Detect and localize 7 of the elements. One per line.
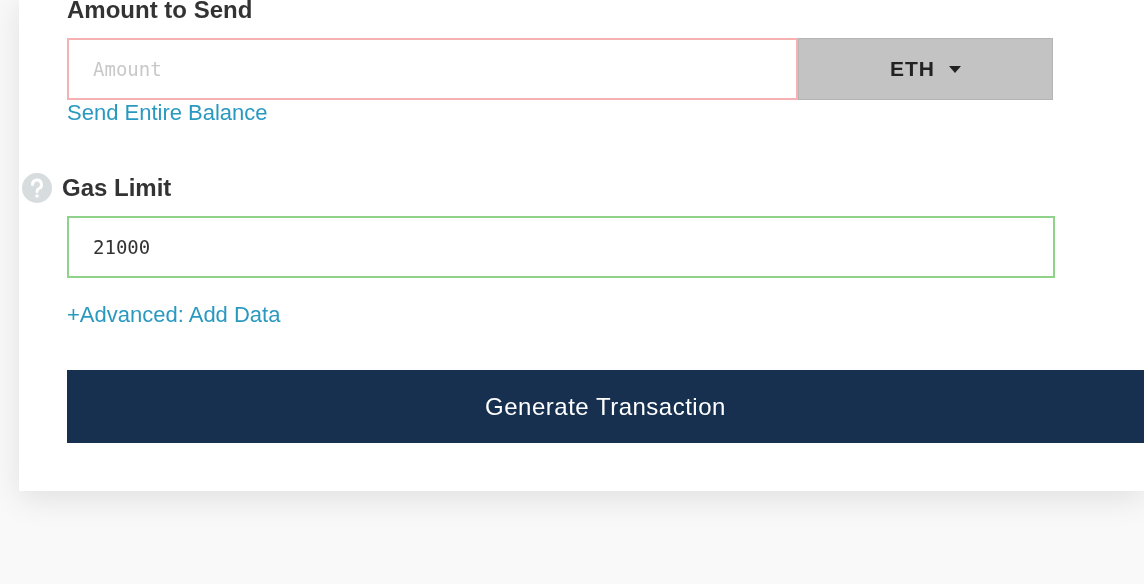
gas-limit-field[interactable]: 21000 <box>67 216 1055 278</box>
help-icon[interactable] <box>22 173 52 203</box>
currency-dropdown[interactable]: ETH <box>798 38 1053 100</box>
field-label: Gas Limit <box>62 173 172 203</box>
caret-icon <box>949 65 961 73</box>
generate-transaction-button[interactable]: Generate Transaction <box>67 370 1144 443</box>
field-label: Amount to Send <box>67 0 253 25</box>
